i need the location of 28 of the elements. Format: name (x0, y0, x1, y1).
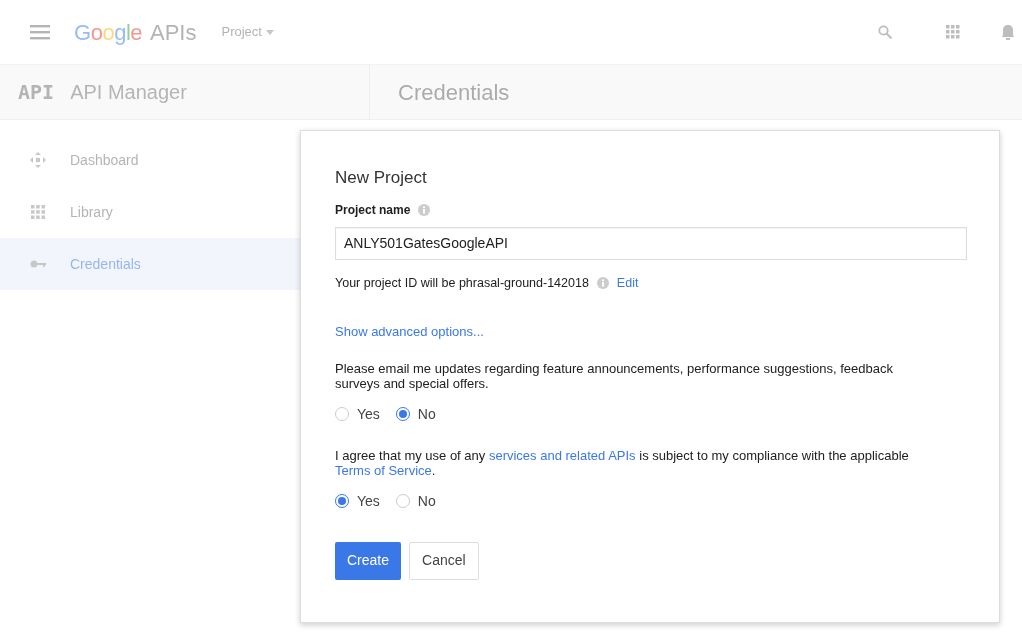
logo: Google APIs (74, 18, 197, 47)
radio-option[interactable]: Yes (335, 403, 380, 425)
terms-link[interactable]: Terms of Service (335, 462, 432, 478)
grid-icon (30, 204, 46, 220)
question-text: Please email me updates regarding feature announcements, performance suggestions, feedback surveys and special offers. (335, 362, 894, 392)
radio-option[interactable]: No (395, 403, 436, 425)
api-logo: API (18, 79, 55, 106)
terms-link[interactable]: services and related APIs (488, 447, 636, 463)
search-icon[interactable] (878, 25, 892, 39)
cancel-button[interactable]: Cancel (409, 541, 479, 580)
help-icon[interactable] (418, 203, 431, 216)
caret-icon (265, 29, 274, 35)
move-arrows-icon (30, 152, 46, 168)
radio-option[interactable]: No (395, 490, 436, 512)
bell-icon[interactable] (1002, 24, 1014, 40)
project-name-field[interactable]: ANLY501GatesGoogleAPI (335, 226, 967, 260)
question-text: I agree that my use of any services and related APIs is subject to my compliance with the applicable Terms of Service. (335, 448, 910, 479)
edit-link[interactable]: Edit (616, 273, 639, 293)
help-icon[interactable] (596, 276, 609, 289)
dialog-title: New Project (335, 167, 428, 189)
apps-grid-icon[interactable] (946, 25, 960, 39)
menu-icon[interactable] (30, 24, 50, 40)
advanced-options-link[interactable]: Show advanced options... (335, 322, 484, 342)
radio-option[interactable]: Yes (335, 490, 380, 512)
section-title: API Manager (70, 80, 187, 105)
page-title: Credentials (397, 78, 510, 107)
field-label: Project name (335, 201, 411, 219)
create-button[interactable]: Create (335, 541, 402, 580)
